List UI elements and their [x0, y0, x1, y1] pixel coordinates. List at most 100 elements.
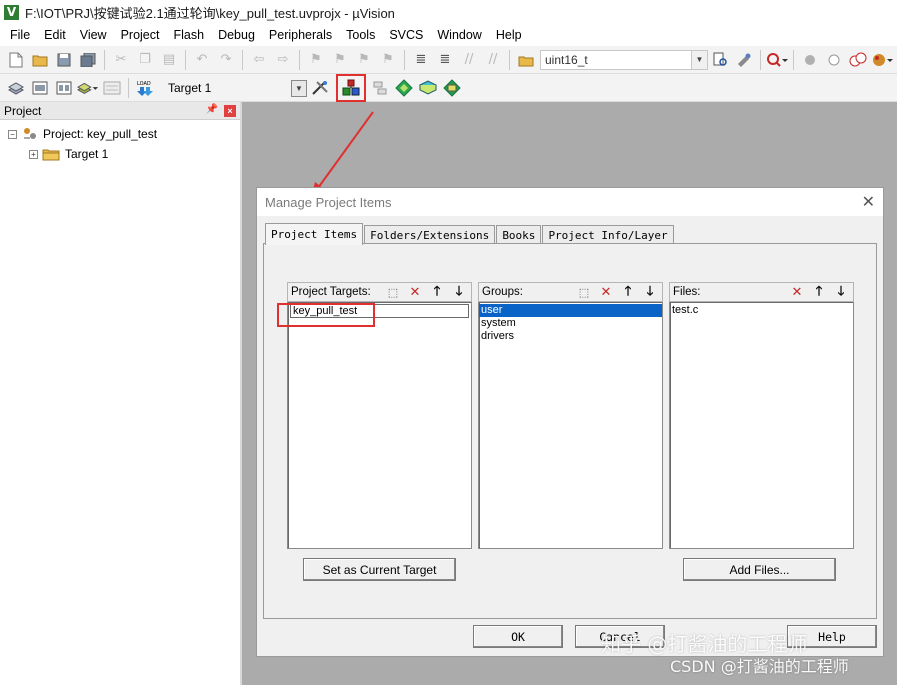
list-item[interactable]: user	[479, 304, 662, 317]
toolbar-separator	[509, 49, 510, 70]
navigate-back-icon[interactable]: ⇦	[248, 49, 270, 71]
delete-icon[interactable]: ✕	[787, 284, 807, 301]
redo-icon[interactable]: ↷	[215, 49, 237, 71]
toolbar-separator	[299, 49, 300, 70]
bookmark-prev-icon[interactable]: ⚑	[329, 49, 351, 71]
navigate-forward-icon[interactable]: ⇨	[272, 49, 294, 71]
indent-icon[interactable]: ≣	[410, 49, 432, 71]
breakpoint-insert-icon[interactable]	[799, 49, 821, 71]
close-icon[interactable]: ✕	[862, 192, 875, 212]
stop-build-icon[interactable]	[101, 77, 123, 99]
uncomment-icon[interactable]: //	[482, 49, 504, 71]
build-icon[interactable]	[29, 77, 51, 99]
manage-run-time-environment-icon[interactable]	[441, 77, 463, 99]
set-as-current-target-button[interactable]: Set as Current Target	[303, 558, 456, 581]
list-item[interactable]: drivers	[479, 330, 662, 343]
find-combo[interactable]: uint16_t ▼	[540, 49, 708, 70]
delete-icon[interactable]: ✕	[405, 284, 425, 301]
tab-folders-extensions[interactable]: Folders/Extensions	[364, 225, 496, 244]
menu-window[interactable]: Window	[430, 24, 488, 46]
rebuild-icon[interactable]	[53, 77, 75, 99]
multi-project-icon[interactable]	[369, 77, 391, 99]
chevron-down-icon[interactable]: ▼	[291, 79, 307, 97]
project-root-node[interactable]: − Project: key_pull_test	[8, 126, 157, 142]
breakpoint-disable-all-icon[interactable]	[847, 49, 869, 71]
move-down-icon[interactable]: 🡓	[640, 284, 660, 301]
files-listbox[interactable]: test.c	[669, 302, 854, 549]
project-root-label: Project: key_pull_test	[43, 127, 158, 141]
menu-flash[interactable]: Flash	[166, 24, 211, 46]
start-debug-icon[interactable]	[766, 49, 788, 71]
bookmark-clear-icon[interactable]: ⚑	[377, 49, 399, 71]
open-folder-icon[interactable]	[29, 49, 51, 71]
tab-project-items[interactable]: Project Items	[265, 223, 364, 245]
translate-icon[interactable]	[5, 77, 27, 99]
configure-icon[interactable]	[871, 49, 893, 71]
groups-header-label: Groups:	[482, 286, 523, 298]
cut-icon[interactable]: ✂	[110, 49, 132, 71]
download-load-icon[interactable]: LOAD	[134, 77, 156, 99]
delete-icon[interactable]: ✕	[596, 284, 616, 301]
menu-project[interactable]: Project	[114, 24, 167, 46]
project-targets-listbox[interactable]: key_pull_test	[287, 302, 472, 549]
menu-peripherals[interactable]: Peripherals	[262, 24, 339, 46]
move-up-icon[interactable]: 🡑	[427, 284, 447, 301]
menu-file[interactable]: File	[3, 24, 37, 46]
pin-icon[interactable]: 📌	[206, 104, 218, 115]
unindent-icon[interactable]: ≣	[434, 49, 456, 71]
new-item-icon[interactable]: ⬚	[574, 284, 594, 301]
manage-project-items-button[interactable]	[336, 73, 366, 102]
list-item[interactable]: system	[479, 317, 662, 330]
find-in-files-icon[interactable]	[515, 49, 537, 71]
target-select[interactable]: Target 1 ▼	[163, 77, 308, 98]
manage-project-items-dialog: Manage Project Items ✕ Project Items Fol…	[256, 187, 884, 657]
list-item[interactable]: test.c	[670, 304, 853, 317]
save-all-icon[interactable]	[77, 49, 99, 71]
svg-text:LOAD: LOAD	[137, 81, 151, 87]
target-options-icon[interactable]	[309, 77, 331, 99]
target-node[interactable]: + Target 1	[29, 147, 108, 161]
menu-view[interactable]: View	[73, 24, 114, 46]
uvision-app-icon: V	[4, 4, 19, 20]
toolbar-separator	[128, 77, 129, 98]
undo-icon[interactable]: ↶	[191, 49, 213, 71]
groups-listbox[interactable]: user system drivers	[478, 302, 663, 549]
tab-books[interactable]: Books	[496, 225, 542, 244]
bookmark-toggle-icon[interactable]: ⚑	[305, 49, 327, 71]
menu-help[interactable]: Help	[489, 24, 529, 46]
menu-debug[interactable]: Debug	[211, 24, 262, 46]
new-file-icon[interactable]	[5, 49, 27, 71]
menu-edit[interactable]: Edit	[37, 24, 73, 46]
toolbar-separator	[793, 49, 794, 70]
chevron-down-icon[interactable]: ▼	[691, 50, 707, 69]
project-panel: Project 📌 × − Project: key_pull_test + T…	[0, 102, 242, 685]
paste-icon[interactable]: ▤	[158, 49, 180, 71]
debug-session-icon[interactable]	[733, 49, 755, 71]
move-down-icon[interactable]: 🡓	[449, 284, 469, 301]
menu-tools[interactable]: Tools	[339, 24, 382, 46]
toolbar-separator	[760, 49, 761, 70]
save-icon[interactable]	[53, 49, 75, 71]
add-files-button[interactable]: Add Files...	[683, 558, 836, 581]
ok-button[interactable]: OK	[473, 625, 563, 648]
move-down-icon[interactable]: 🡓	[831, 284, 851, 301]
files-header-label: Files:	[673, 286, 701, 298]
batch-build-icon[interactable]	[77, 77, 99, 99]
collapse-icon[interactable]: −	[8, 129, 17, 139]
copy-icon[interactable]: ❐	[134, 49, 156, 71]
tab-project-info-layer[interactable]: Project Info/Layer	[542, 225, 674, 244]
incremental-find-icon[interactable]	[709, 49, 731, 71]
manage-project-items-icon	[342, 79, 360, 95]
close-icon[interactable]: ×	[224, 105, 236, 117]
move-up-icon[interactable]: 🡑	[809, 284, 829, 301]
menu-svcs[interactable]: SVCS	[382, 24, 430, 46]
pack-installer-icon[interactable]	[393, 77, 415, 99]
breakpoint-disable-icon[interactable]	[823, 49, 845, 71]
comment-icon[interactable]: //	[458, 49, 480, 71]
dialog-tabs: Project Items Folders/Extensions Books P…	[265, 223, 675, 245]
new-item-icon[interactable]: ⬚	[383, 284, 403, 301]
bookmark-next-icon[interactable]: ⚑	[353, 49, 375, 71]
select-software-packs-icon[interactable]	[417, 77, 439, 99]
move-up-icon[interactable]: 🡑	[618, 284, 638, 301]
expand-icon[interactable]: +	[29, 149, 38, 159]
